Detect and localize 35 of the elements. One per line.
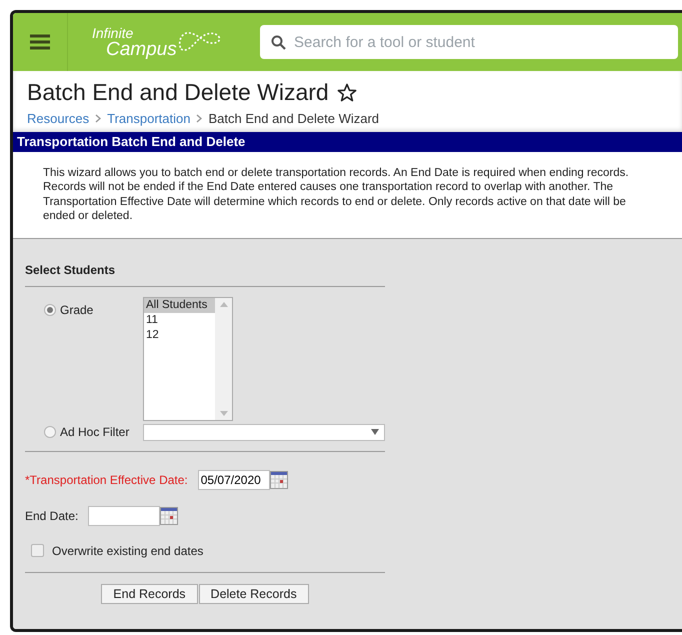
field-label: *Transportation Effective Date: [25,472,188,486]
radio-button[interactable] [44,304,56,316]
dropdown[interactable] [143,424,385,440]
list-option[interactable]: 12 [144,328,215,342]
list-option[interactable]: 11 [144,312,215,328]
chevron-icon [95,114,102,123]
breadcrumb-link[interactable]: Transportation [107,111,190,126]
action-button[interactable]: End Records [101,584,198,604]
radio-button[interactable] [44,426,56,438]
field-label: End Date: [25,508,78,522]
calendar-icon[interactable] [270,470,288,488]
page-title: Batch End and Delete Wizard [27,79,329,106]
list-option[interactable]: All Students [144,298,215,312]
scroll-down-icon[interactable] [220,410,228,416]
action-button[interactable]: Delete Records [198,584,309,604]
logo-text: Infinite [92,26,134,40]
radio-label: Ad Hoc Filter [60,425,130,439]
chevron-icon [196,114,202,123]
star-icon[interactable] [336,82,357,102]
breadcrumb-link[interactable]: Resources [27,111,90,126]
date-field[interactable] [88,506,160,526]
checkbox[interactable] [31,544,44,557]
panel-title: Transportation Batch End and Delete [13,132,682,152]
radio-label: Grade [60,302,94,316]
breadcrumb-current: Batch End and Delete Wizard [208,111,380,126]
calendar-icon[interactable] [160,506,178,524]
section-heading: Select Students [25,262,385,286]
scroll-up-icon[interactable] [220,302,228,306]
dropdown-arrow-icon [371,429,379,435]
date-field[interactable]: 05/07/2020 [198,470,270,490]
logo-text: Campus [106,40,177,58]
search-field[interactable]: Search for a tool or student [260,25,678,59]
grade-list[interactable]: All Students 11 12 [143,296,233,420]
checkbox-label: Overwrite existing end dates [52,544,204,558]
search-icon [271,35,286,50]
